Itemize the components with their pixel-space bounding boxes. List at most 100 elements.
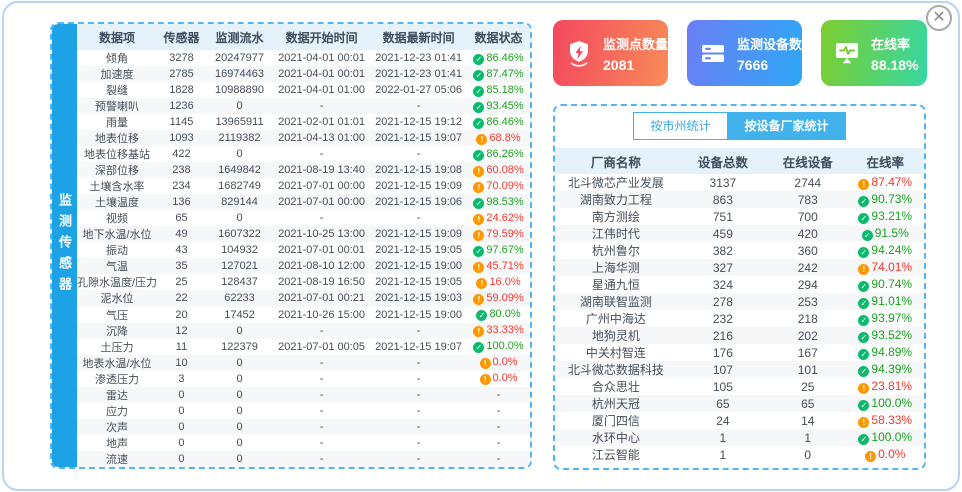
table-row: 江云智能10!0.0% (555, 446, 924, 463)
status-ok-icon: ✓ (858, 400, 869, 411)
status-ok-icon: ✓ (473, 70, 484, 81)
stat-card-value: 2081 (603, 57, 668, 73)
status-percent: 91.01% (871, 294, 912, 308)
table-cell: 3 (157, 371, 206, 387)
table-cell: 22 (157, 290, 206, 306)
table-cell: 0 (206, 323, 273, 339)
table-cell: 0 (206, 451, 273, 467)
table-cell: 218 (769, 310, 846, 327)
table-cell: 2119382 (206, 130, 273, 146)
status-percent: 90.74% (871, 277, 912, 291)
table-row: 土壤含水率23416827492021-07-01 00:002021-12-1… (77, 178, 530, 194)
table-cell: 渗透压力 (77, 371, 157, 387)
servers-icon (698, 39, 728, 67)
column-header: 在线设备 (769, 148, 846, 174)
table-cell: 0 (157, 435, 206, 451)
status-ok-icon: ✓ (858, 196, 869, 207)
column-header: 设备总数 (677, 148, 769, 174)
table-cell: 2021-12-15 19:07 (370, 339, 467, 355)
column-header: 在线率 (847, 148, 925, 174)
table-cell: 751 (677, 208, 769, 225)
status-cell: !74.01% (847, 259, 925, 276)
status-warn-icon: ! (858, 383, 869, 394)
status-percent: 16.0% (489, 276, 520, 288)
table-cell: 2021-12-15 19:05 (370, 274, 467, 290)
table-cell: 0 (206, 210, 273, 226)
table-cell: 0 (206, 419, 273, 435)
status-cell: !0.0% (467, 371, 530, 387)
table-cell: 湖南联智监测 (555, 293, 677, 310)
table-cell: 0 (157, 419, 206, 435)
table-cell: - (370, 146, 467, 162)
table-cell: - (273, 451, 370, 467)
status-percent: 97.67% (486, 244, 523, 256)
table-cell: 预警喇叭 (77, 98, 157, 114)
table-cell: 17452 (206, 307, 273, 323)
table-cell: 1093 (157, 130, 206, 146)
status-warn-icon: ! (476, 278, 487, 289)
table-cell: 238 (157, 162, 206, 178)
status-cell: !79.59% (467, 226, 530, 242)
table-cell: 2021-07-01 00:00 (273, 178, 370, 194)
status-percent: 0.0% (493, 372, 518, 384)
status-percent: 74.01% (871, 260, 912, 274)
table-cell: - (273, 323, 370, 339)
table-cell: 105 (677, 378, 769, 395)
table-cell: 324 (677, 276, 769, 293)
table-cell: 泥水位 (77, 290, 157, 306)
table-cell: 167 (769, 344, 846, 361)
table-cell: 深部位移 (77, 162, 157, 178)
table-cell: 62233 (206, 290, 273, 306)
status-cell: ✓86.46% (467, 50, 530, 66)
table-cell: 倾角 (77, 50, 157, 66)
table-cell: 2021-02-01 01:01 (273, 114, 370, 130)
table-row: 北斗微芯产业发展31372744!87.47% (555, 174, 924, 191)
tab-by-city[interactable]: 按市州统计 (633, 112, 727, 140)
status-cell: ✓94.39% (847, 361, 925, 378)
table-row: 雨量1145139659112021-02-01 01:012021-12-15… (77, 114, 530, 130)
table-cell: - (370, 403, 467, 419)
table-cell: 0 (157, 451, 206, 467)
tab-by-vendor[interactable]: 按设备厂家统计 (728, 112, 846, 140)
status-cell: !0.0% (467, 355, 530, 371)
status-warn-icon: ! (473, 214, 484, 225)
table-cell: 2021-08-19 16:50 (273, 274, 370, 290)
table-cell: - (370, 323, 467, 339)
table-row: 视频650--!24.62% (77, 210, 530, 226)
table-row: 地表位移基站4220--✓86.26% (77, 146, 530, 162)
status-ok-icon: ✓ (473, 54, 484, 65)
status-ok-icon: ✓ (858, 366, 869, 377)
table-row: 深部位移23816498422021-08-19 13:402021-12-15… (77, 162, 530, 178)
table-cell: 2021-04-01 00:01 (273, 66, 370, 82)
table-row: 江伟时代459420✓91.5% (555, 225, 924, 242)
table-cell: - (370, 210, 467, 226)
table-cell: - (273, 435, 370, 451)
vendor-table-header: 厂商名称设备总数在线设备在线率 (555, 148, 924, 174)
stat-card: 监测设备数7666 (687, 20, 802, 86)
table-cell: - (370, 419, 467, 435)
table-cell: 杭州鲁尔 (555, 242, 677, 259)
status-percent: 87.47% (486, 68, 523, 80)
table-cell: 2021-12-15 19:00 (370, 307, 467, 323)
table-row: 地狗灵机216202✓93.52% (555, 327, 924, 344)
status-percent: 94.89% (871, 345, 912, 359)
table-cell: 2021-04-13 01:00 (273, 130, 370, 146)
table-cell: 1607322 (206, 226, 273, 242)
status-cell: !16.0% (467, 274, 530, 290)
table-row: 次声00--- (77, 419, 530, 435)
table-cell: 2021-04-01 01:00 (273, 82, 370, 98)
status-percent: 93.45% (486, 100, 523, 112)
table-row: 杭州天冠6565✓100.0% (555, 395, 924, 412)
status-ok-icon: ✓ (476, 310, 487, 321)
table-cell: 107 (677, 361, 769, 378)
status-cell: !60.08% (467, 162, 530, 178)
column-header: 监测流水 (206, 24, 273, 50)
close-icon[interactable]: ✕ (926, 5, 952, 31)
status-cell: ✓91.01% (847, 293, 925, 310)
status-cell: ✓100.0% (847, 429, 925, 446)
table-row: 预警喇叭12360--✓93.45% (77, 98, 530, 114)
status-cell: ✓98.53% (467, 194, 530, 210)
table-cell: 3278 (157, 50, 206, 66)
table-cell: 232 (677, 310, 769, 327)
table-cell: 地表水温/水位 (77, 355, 157, 371)
